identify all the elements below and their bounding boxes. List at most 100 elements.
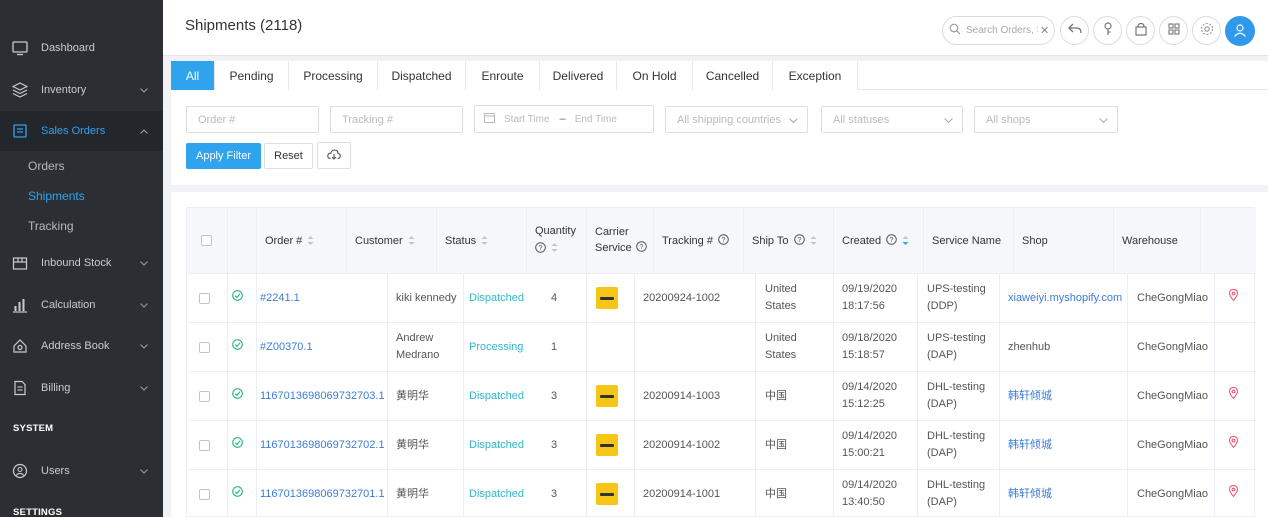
location-pin-icon[interactable]: [1228, 484, 1239, 503]
row-checkbox[interactable]: [199, 439, 210, 451]
quantity-cell: 1: [544, 323, 587, 371]
order-link[interactable]: #Z00370.1: [260, 339, 313, 356]
apps-button[interactable]: [1159, 16, 1188, 45]
tracking-number: 20200914-1003: [643, 389, 721, 402]
sidebar-sub-orders[interactable]: Orders: [28, 159, 65, 173]
tab-enroute[interactable]: Enroute: [466, 61, 540, 90]
sort-icon[interactable]: [307, 235, 314, 246]
help-icon[interactable]: ?: [718, 233, 729, 248]
column-created[interactable]: Created ?: [834, 208, 924, 274]
help-icon[interactable]: ?: [535, 242, 546, 256]
column-status-label: Status: [445, 234, 477, 247]
chevron-down-icon: [944, 115, 954, 125]
table-row[interactable]: 1167013698069732702.1 黄明华 Dispatched 3 20200…: [187, 421, 1256, 470]
warehouse-cell: CheGongMiao: [1128, 372, 1215, 420]
sort-icon[interactable]: [408, 235, 415, 246]
actions-cell: [1215, 421, 1256, 469]
tab-delivered[interactable]: Delivered: [540, 61, 617, 90]
sort-desc-icon[interactable]: [902, 235, 909, 246]
tracking-number-input[interactable]: Tracking #: [330, 106, 463, 133]
status-select[interactable]: All statuses: [821, 106, 963, 133]
sidebar-item-inbound-stock[interactable]: Inbound Stock: [0, 243, 163, 283]
sidebar-item-label: Calculation: [41, 299, 96, 311]
row-checkbox[interactable]: [199, 292, 210, 304]
tab-all[interactable]: All: [171, 61, 215, 90]
customer-name: 黄明华: [396, 487, 429, 500]
sort-icon[interactable]: [810, 235, 817, 246]
order-link[interactable]: 1167013698069732702.1: [260, 437, 385, 454]
sidebar-item-inventory[interactable]: Inventory: [0, 70, 163, 110]
column-status[interactable]: Status: [437, 208, 527, 274]
sidebar-item-dashboard[interactable]: Dashboard: [0, 28, 163, 68]
avatar[interactable]: [1225, 16, 1255, 46]
reset-button[interactable]: Reset: [264, 143, 313, 169]
sidebar-item-label: Address Book: [41, 340, 110, 352]
sidebar-item-users[interactable]: Users: [0, 451, 163, 491]
sidebar-sub-shipments[interactable]: Shipments: [28, 189, 85, 203]
tab-cancelled[interactable]: Cancelled: [693, 61, 773, 90]
tracking-cell: [635, 323, 756, 371]
location-pin-icon[interactable]: [1228, 435, 1239, 454]
sidebar-item-address-book[interactable]: Address Book: [0, 326, 163, 366]
check-circle-icon: [232, 436, 243, 454]
clear-icon[interactable]: ✕: [1040, 24, 1049, 37]
column-customer[interactable]: Customer: [347, 208, 437, 274]
sidebar-item-sales-orders[interactable]: Sales Orders: [0, 111, 163, 151]
row-checkbox[interactable]: [199, 341, 210, 353]
help-icon[interactable]: ?: [886, 233, 897, 248]
table-row[interactable]: #2241.1 kiki kennedy Dispatched 4 20200924-1…: [187, 274, 1256, 323]
sort-icon[interactable]: [551, 242, 558, 256]
table-row[interactable]: 1167013698069732703.1 黄明华 Dispatched 3 20200…: [187, 372, 1256, 421]
sidebar-item-calculation[interactable]: Calculation: [0, 285, 163, 325]
order-link[interactable]: #2241.1: [260, 290, 300, 307]
date-range-picker[interactable]: Start Time – End Time: [474, 105, 654, 133]
shop-link[interactable]: xiaweiyi.myshopify.com: [1008, 290, 1122, 307]
apply-filter-button[interactable]: Apply Filter: [186, 143, 261, 169]
sidebar-item-label: Sales Orders: [41, 125, 106, 137]
key-button[interactable]: [1093, 16, 1122, 45]
select-all-checkbox[interactable]: [201, 235, 212, 246]
shop-link[interactable]: 韩轩倾城: [1008, 388, 1052, 405]
column-order[interactable]: Order #: [257, 208, 347, 274]
order-link[interactable]: 1167013698069732703.1: [260, 388, 385, 405]
carrier-logo-icon: [596, 385, 618, 407]
actions-cell: [1215, 470, 1256, 517]
address-icon: [12, 338, 28, 354]
order-number-input[interactable]: Order #: [186, 106, 319, 133]
order-link[interactable]: 1167013698069732701.1: [260, 486, 385, 503]
settings-button[interactable]: [1192, 16, 1221, 45]
shop-link[interactable]: 韩轩倾城: [1008, 486, 1052, 503]
table-row[interactable]: #Z00370.1 Andrew Medrano Processing 1 United S…: [187, 323, 1256, 372]
tab-dispatched[interactable]: Dispatched: [378, 61, 466, 90]
sort-icon[interactable]: [481, 235, 488, 246]
order-cell: #Z00370.1: [257, 323, 388, 371]
column-ship-to[interactable]: Ship To ?: [744, 208, 834, 274]
help-icon[interactable]: ?: [635, 241, 647, 255]
store-button[interactable]: [1126, 16, 1155, 45]
column-order-label: Order #: [265, 234, 303, 247]
help-icon[interactable]: ?: [793, 233, 805, 248]
ship-to-cell: 中国: [756, 470, 834, 517]
tab-pending[interactable]: Pending: [215, 61, 289, 90]
tab-on-hold[interactable]: On Hold: [617, 61, 693, 90]
location-pin-icon[interactable]: [1228, 386, 1239, 405]
tracking-cell: 20200914-1003: [635, 372, 756, 420]
download-button[interactable]: [317, 142, 351, 169]
shop-link[interactable]: 韩轩倾城: [1008, 437, 1052, 454]
reply-button[interactable]: [1060, 16, 1089, 45]
country-select[interactable]: All shipping countries: [665, 106, 808, 133]
column-quantity[interactable]: Quantity ?: [527, 208, 587, 274]
row-checkbox[interactable]: [199, 390, 210, 402]
row-select-cell: [187, 372, 228, 420]
sidebar-sub-tracking[interactable]: Tracking: [28, 219, 74, 233]
ship-to-value-line2: States: [765, 349, 797, 361]
table-row[interactable]: 1167013698069732701.1 黄明华 Dispatched 3 20200…: [187, 470, 1256, 517]
location-pin-icon[interactable]: [1228, 288, 1239, 307]
sidebar-item-billing[interactable]: Billing: [0, 368, 163, 408]
shop-select[interactable]: All shops: [974, 106, 1118, 133]
status-badge: Dispatched: [469, 291, 525, 304]
search-input[interactable]: Search Orders, S ✕: [942, 16, 1055, 45]
tab-exception[interactable]: Exception: [773, 61, 858, 90]
tab-processing[interactable]: Processing: [289, 61, 378, 90]
row-checkbox[interactable]: [199, 488, 210, 500]
